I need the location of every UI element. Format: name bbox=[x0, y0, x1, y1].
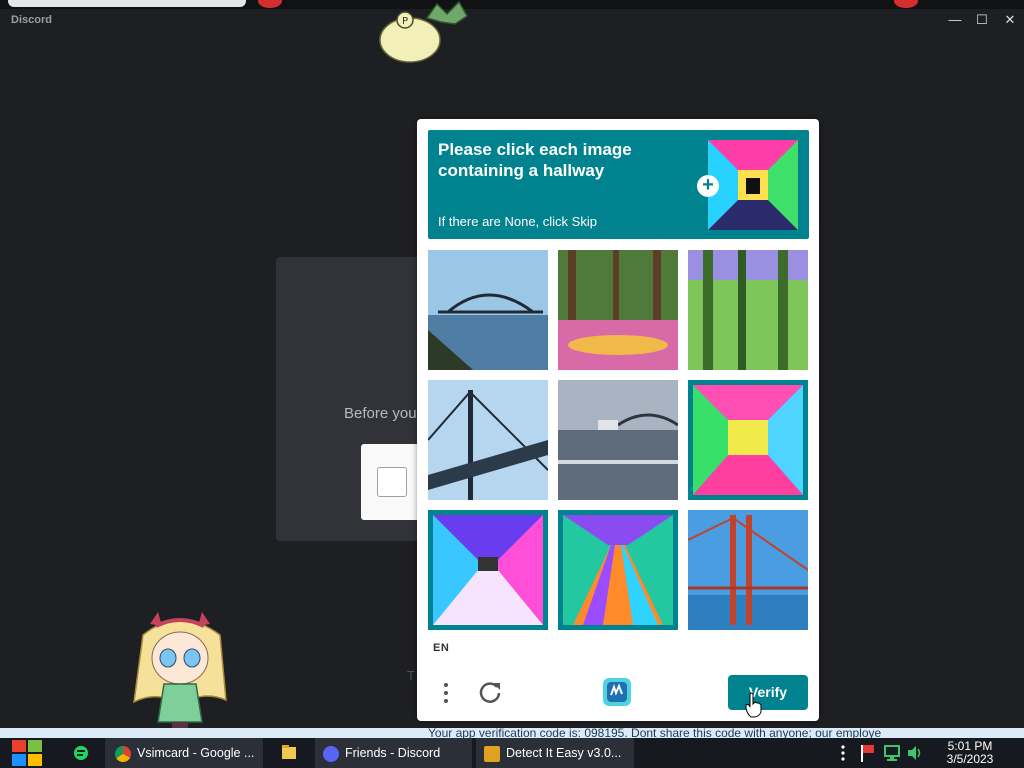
prompt-example-image bbox=[708, 140, 798, 230]
language-selector[interactable]: EN bbox=[433, 642, 449, 654]
start-button-icon[interactable] bbox=[10, 738, 44, 768]
taskbar-item-label: Vsimcard - Google ... bbox=[137, 746, 255, 760]
image-tile-hallway-selected[interactable] bbox=[688, 380, 808, 500]
image-tile-bridge[interactable] bbox=[558, 380, 678, 500]
challenge-prompt: Please click each image containing a hal… bbox=[428, 130, 809, 239]
overflow-icon[interactable] bbox=[836, 738, 850, 768]
captcha-checkbox[interactable] bbox=[377, 467, 407, 497]
close-button[interactable]: ✕ bbox=[997, 11, 1023, 29]
obscured-text: T bbox=[407, 668, 415, 683]
maximize-button[interactable]: ☐ bbox=[969, 11, 995, 29]
flag-icon[interactable] bbox=[858, 738, 876, 768]
image-tile-hallway-selected[interactable] bbox=[428, 510, 548, 630]
chrome-icon bbox=[115, 745, 131, 762]
hcaptcha-logo-icon bbox=[603, 678, 631, 706]
taskbar-item-label: Detect It Easy v3.0... bbox=[506, 746, 622, 760]
window-titlebar: Discord — ☐ ✕ bbox=[0, 9, 1024, 31]
hand-cursor-icon bbox=[745, 692, 762, 718]
sticker-girl-icon bbox=[133, 612, 227, 736]
volume-icon[interactable] bbox=[906, 738, 924, 768]
desktop-screen: Discord — ☐ ✕ Before you T P Please clic… bbox=[0, 0, 1024, 768]
verify-button[interactable]: Verify bbox=[728, 675, 808, 710]
svg-text:P: P bbox=[402, 16, 408, 27]
taskbar-item-detect-it-easy[interactable]: Detect It Easy v3.0... bbox=[476, 738, 634, 768]
taskbar: Vsimcard - Google ... Friends - Discord … bbox=[0, 738, 1024, 768]
image-tile-forest[interactable] bbox=[688, 250, 808, 370]
die-icon bbox=[484, 745, 500, 762]
browser-tab-strip bbox=[0, 0, 1024, 9]
app-pinned-icon[interactable] bbox=[72, 738, 90, 768]
browser-tab[interactable] bbox=[8, 0, 246, 7]
verification-prompt-text: Before you bbox=[344, 405, 417, 422]
image-tile-hallway-selected[interactable] bbox=[558, 510, 678, 630]
app-title: Discord bbox=[11, 14, 52, 26]
taskbar-item-chrome[interactable]: Vsimcard - Google ... bbox=[105, 738, 263, 768]
discord-icon bbox=[323, 745, 339, 762]
taskbar-item-label: Friends - Discord bbox=[345, 746, 441, 760]
taskbar-item-discord[interactable]: Friends - Discord bbox=[315, 738, 472, 768]
network-icon[interactable] bbox=[882, 738, 902, 768]
red-indicator-icon bbox=[894, 0, 918, 8]
image-tile-forest[interactable] bbox=[558, 250, 678, 370]
red-indicator-icon bbox=[258, 0, 282, 8]
menu-icon[interactable] bbox=[439, 679, 453, 707]
hcaptcha-challenge: Please click each image containing a hal… bbox=[417, 119, 819, 721]
image-grid bbox=[428, 250, 809, 630]
file-explorer-icon[interactable] bbox=[280, 738, 298, 768]
clock[interactable]: 5:01 PM 3/5/2023 bbox=[944, 740, 996, 766]
refresh-icon[interactable] bbox=[477, 679, 503, 705]
prompt-subtitle: If there are None, click Skip bbox=[438, 214, 597, 229]
image-tile-bridge[interactable] bbox=[428, 250, 548, 370]
sticker-character-icon: P bbox=[379, 0, 468, 63]
prompt-title: Please click each image containing a hal… bbox=[438, 140, 632, 180]
minimize-button[interactable]: — bbox=[942, 11, 968, 29]
image-tile-bridge[interactable] bbox=[428, 380, 548, 500]
add-example-icon[interactable]: + bbox=[697, 175, 719, 197]
image-tile-bridge[interactable] bbox=[688, 510, 808, 630]
clock-date: 3/5/2023 bbox=[946, 752, 994, 766]
